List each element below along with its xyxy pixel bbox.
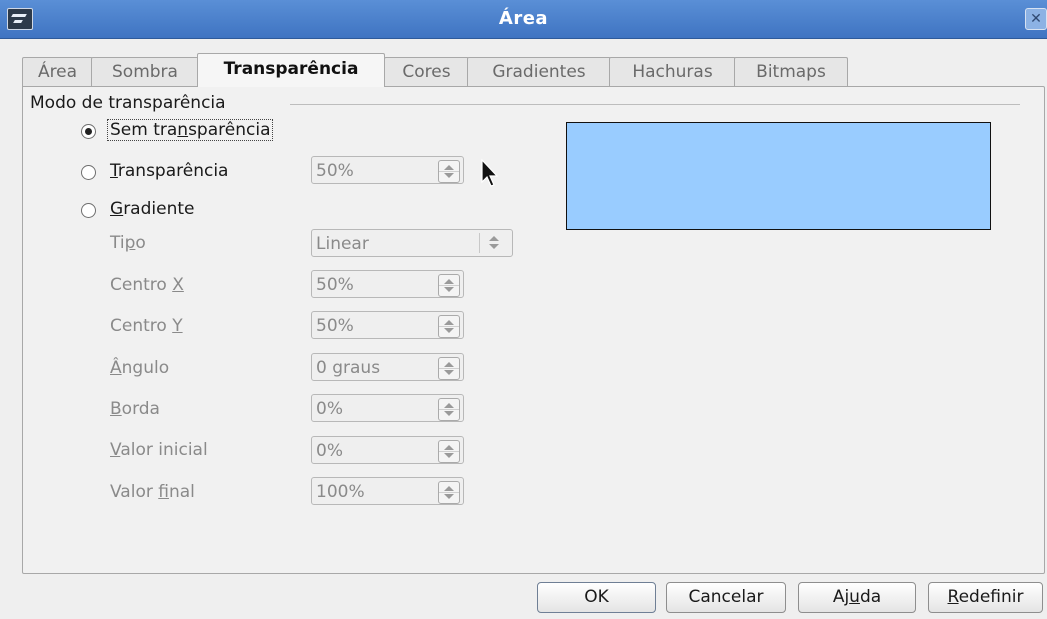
spin-arrows-icon[interactable] bbox=[438, 274, 460, 297]
preview-box bbox=[566, 122, 991, 230]
angle-spinfield[interactable]: 0 graus bbox=[311, 353, 464, 381]
tab-cores[interactable]: Cores bbox=[384, 57, 469, 86]
cancel-button[interactable]: Cancelar bbox=[666, 582, 786, 613]
spin-arrows-icon[interactable] bbox=[438, 398, 460, 421]
tab-sombra[interactable]: Sombra bbox=[91, 57, 199, 86]
close-icon[interactable]: ✕ bbox=[1025, 8, 1047, 30]
group-title: Modo de transparência bbox=[30, 93, 234, 113]
end-value-spinfield[interactable]: 100% bbox=[311, 477, 464, 505]
center-y-spinfield[interactable]: 50% bbox=[311, 311, 464, 339]
label-gradiente[interactable]: Gradiente bbox=[110, 199, 194, 219]
spin-arrows-icon[interactable] bbox=[438, 315, 460, 338]
label-borda: Borda bbox=[110, 399, 160, 419]
window-title: Área bbox=[498, 8, 549, 29]
tab-area[interactable]: Área bbox=[22, 57, 93, 86]
spin-arrows-icon[interactable] bbox=[438, 440, 460, 463]
label-centro-y: Centro Y bbox=[110, 316, 183, 336]
mouse-pointer-icon bbox=[481, 158, 499, 187]
help-button[interactable]: Ajuda bbox=[798, 582, 916, 613]
radio-transparencia[interactable] bbox=[81, 165, 96, 180]
tab-gradientes[interactable]: Gradientes bbox=[467, 57, 611, 86]
label-valor-inicial: Valor inicial bbox=[110, 440, 208, 460]
label-transparencia[interactable]: Transparência bbox=[110, 161, 228, 181]
ok-button[interactable]: OK bbox=[537, 582, 656, 613]
border-spinfield[interactable]: 0% bbox=[311, 394, 464, 422]
label-sem-transparencia[interactable]: Sem transparência bbox=[106, 119, 274, 141]
title-bar: Área ✕ bbox=[0, 0, 1047, 39]
label-centro-x: Centro X bbox=[110, 275, 184, 295]
group-divider bbox=[290, 104, 1020, 105]
start-value-spinfield[interactable]: 0% bbox=[311, 436, 464, 464]
label-valor-final: Valor final bbox=[110, 482, 195, 502]
radio-sem-transparencia[interactable] bbox=[81, 124, 96, 139]
label-tipo: Tipo bbox=[110, 233, 146, 253]
spin-arrows-icon[interactable] bbox=[438, 481, 460, 504]
spin-arrows-icon[interactable] bbox=[438, 357, 460, 380]
chevron-updown-icon bbox=[479, 233, 508, 253]
gradient-type-select[interactable]: Linear bbox=[311, 229, 513, 257]
spin-arrows-icon[interactable] bbox=[438, 160, 460, 183]
tab-bitmaps[interactable]: Bitmaps bbox=[734, 57, 848, 86]
tab-hachuras[interactable]: Hachuras bbox=[609, 57, 736, 86]
reset-button[interactable]: Redefinir bbox=[928, 582, 1043, 613]
tab-transparencia[interactable]: Transparência bbox=[197, 53, 385, 87]
label-angulo: Ângulo bbox=[110, 358, 170, 378]
radio-gradiente[interactable] bbox=[81, 203, 96, 218]
transparency-spinfield[interactable]: 50% bbox=[311, 156, 464, 184]
center-x-spinfield[interactable]: 50% bbox=[311, 270, 464, 298]
